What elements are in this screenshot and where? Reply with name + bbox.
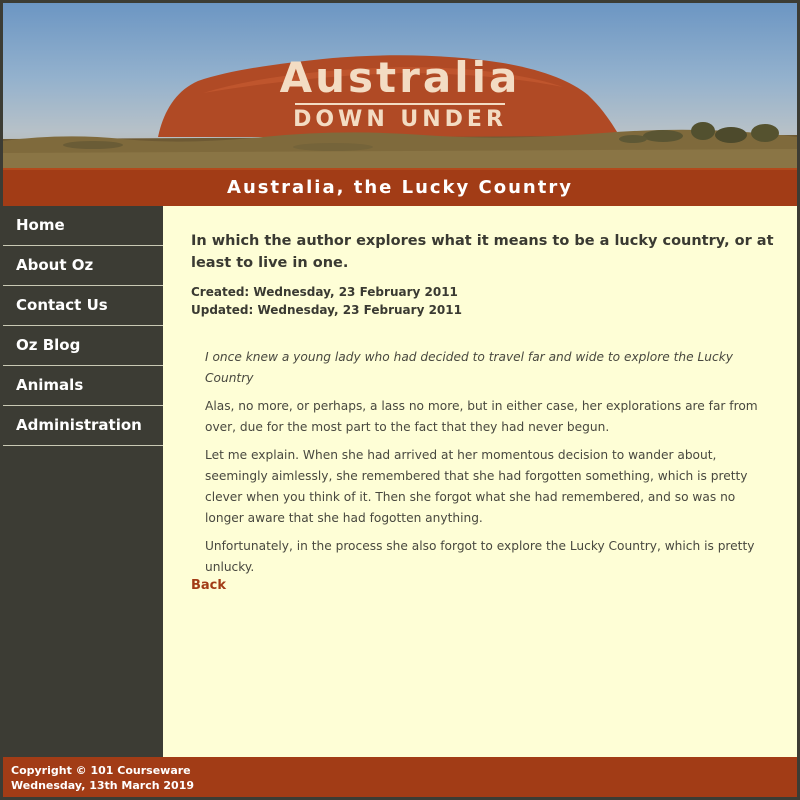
nav-item-oz-blog[interactable]: Oz Blog bbox=[3, 326, 163, 366]
nav-item-animals[interactable]: Animals bbox=[3, 366, 163, 406]
sidebar-nav: Home About Oz Contact Us Oz Blog Animals… bbox=[3, 206, 163, 757]
nav-item-contact-us[interactable]: Contact Us bbox=[3, 286, 163, 326]
article-body: I once knew a young lady who had decided… bbox=[205, 347, 765, 585]
article-meta: Created: Wednesday, 23 February 2011 Upd… bbox=[191, 283, 462, 319]
article-paragraph: Unfortunately, in the process she also f… bbox=[205, 539, 755, 574]
banner-divider bbox=[295, 103, 505, 105]
article-headline: In which the author explores what it mea… bbox=[191, 233, 774, 271]
nav-item-about-oz[interactable]: About Oz bbox=[3, 246, 163, 286]
page-frame: Australia DOWN UNDER Australia, the Luck… bbox=[3, 3, 797, 797]
article-paragraph: Alas, no more, or perhaps, a lass no mor… bbox=[205, 399, 758, 434]
created-date: Created: Wednesday, 23 February 2011 bbox=[191, 285, 458, 299]
site-title: Australia, the Lucky Country bbox=[3, 168, 797, 206]
back-link[interactable]: Back bbox=[191, 578, 226, 593]
footer-copyright: Copyright © 101 Courseware bbox=[11, 764, 191, 777]
nav-item-home[interactable]: Home bbox=[3, 206, 163, 246]
header-banner: Australia DOWN UNDER bbox=[3, 3, 797, 168]
main-content: In which the author explores what it mea… bbox=[163, 206, 797, 757]
updated-date: Updated: Wednesday, 23 February 2011 bbox=[191, 303, 462, 317]
article-paragraph-lead: I once knew a young lady who had decided… bbox=[205, 350, 733, 385]
article-paragraph: Let me explain. When she had arrived at … bbox=[205, 448, 748, 525]
footer-date: Wednesday, 13th March 2019 bbox=[11, 779, 195, 792]
banner-subtitle: DOWN UNDER bbox=[293, 107, 507, 132]
footer: Copyright © 101 Courseware Wednesday, 13… bbox=[3, 757, 797, 797]
nav-item-administration[interactable]: Administration bbox=[3, 406, 163, 446]
banner-title: Australia bbox=[279, 53, 521, 102]
